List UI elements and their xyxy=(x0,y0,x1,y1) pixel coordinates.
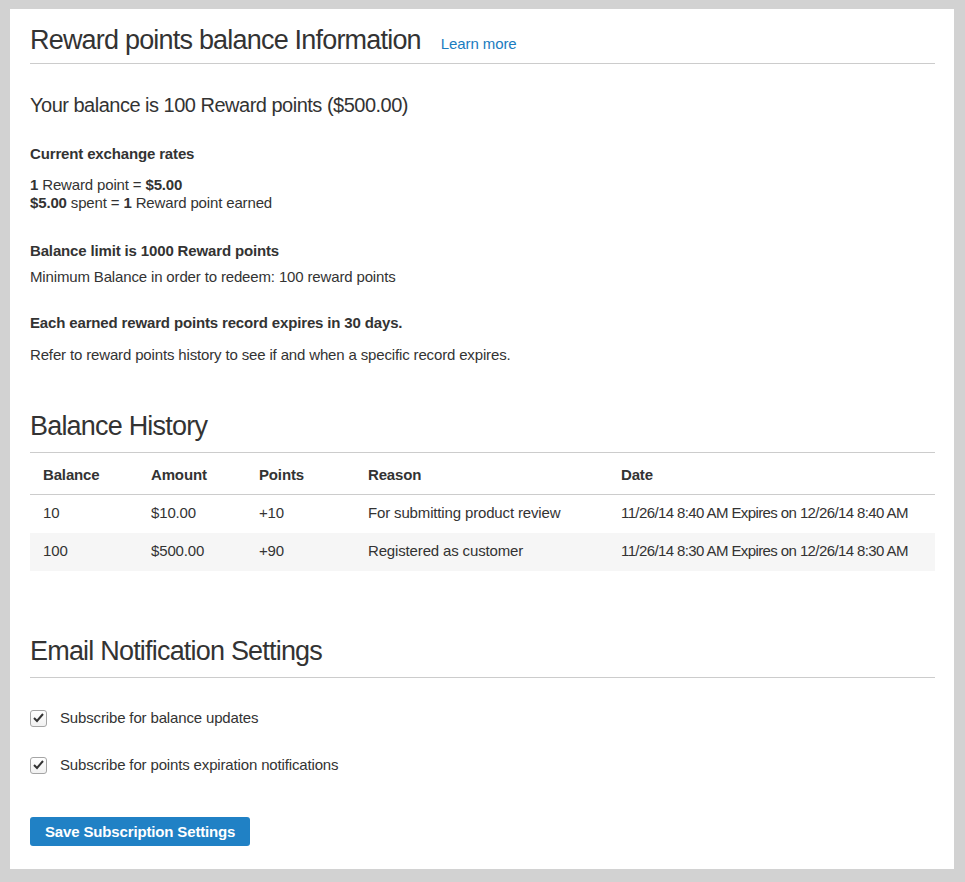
subscribe-expiration-checkbox[interactable] xyxy=(30,757,47,774)
column-header-balance: Balance xyxy=(30,453,138,495)
exchange-line2-tail: Reward point earned xyxy=(132,194,272,211)
exchange-rates-heading: Current exchange rates xyxy=(30,144,935,164)
column-header-reason: Reason xyxy=(355,453,608,495)
table-row: 10 $10.00 +10 For submitting product rev… xyxy=(30,495,935,534)
exchange-line2-amount: $5.00 xyxy=(30,194,67,211)
cell-points: +10 xyxy=(246,495,355,534)
balance-history-heading: Balance History xyxy=(30,411,935,453)
page-title: Reward points balance Information xyxy=(30,25,421,55)
exchange-line2-value: 1 xyxy=(123,194,131,211)
exchange-line2-text: spent = xyxy=(67,194,124,211)
email-settings-heading: Email Notification Settings xyxy=(30,636,935,678)
subscribe-balance-updates-row: Subscribe for balance updates xyxy=(30,708,935,728)
subscribe-expiration-row: Subscribe for points expiration notifica… xyxy=(30,755,935,775)
expiration-hint: Refer to reward points history to see if… xyxy=(30,345,935,365)
minimum-balance-note: Minimum Balance in order to redeem: 100 … xyxy=(30,267,935,287)
cell-date: 11/26/14 8:40 AM Expires on 12/26/14 8:4… xyxy=(608,495,935,534)
cell-reason: Registered as customer xyxy=(355,533,608,571)
exchange-line1-value: 1 xyxy=(30,176,38,193)
table-row: 100 $500.00 +90 Registered as customer 1… xyxy=(30,533,935,571)
expiration-note: Each earned reward points record expires… xyxy=(30,313,935,333)
cell-date: 11/26/14 8:30 AM Expires on 12/26/14 8:3… xyxy=(608,533,935,571)
exchange-line1-text: Reward point = xyxy=(38,176,145,193)
checkmark-icon xyxy=(33,713,44,723)
subscribe-balance-updates-checkbox[interactable] xyxy=(30,710,47,727)
column-header-date: Date xyxy=(608,453,935,495)
cell-amount: $500.00 xyxy=(138,533,246,571)
cell-reason: For submitting product review xyxy=(355,495,608,534)
checkmark-icon xyxy=(33,760,44,770)
balance-limit-note: Balance limit is 1000 Reward points xyxy=(30,241,935,261)
cell-balance: 10 xyxy=(30,495,138,534)
balance-summary: Your balance is 100 Reward points ($500.… xyxy=(30,92,935,119)
learn-more-link[interactable]: Learn more xyxy=(441,35,517,52)
subscribe-balance-updates-label: Subscribe for balance updates xyxy=(60,708,258,728)
subscribe-expiration-label: Subscribe for points expiration notifica… xyxy=(60,755,338,775)
exchange-line1-amount: $5.00 xyxy=(145,176,182,193)
balance-history-table: Balance Amount Points Reason Date 10 $10… xyxy=(30,453,935,571)
save-subscription-settings-button[interactable]: Save Subscription Settings xyxy=(30,817,250,846)
cell-amount: $10.00 xyxy=(138,495,246,534)
column-header-amount: Amount xyxy=(138,453,246,495)
cell-points: +90 xyxy=(246,533,355,571)
page-header: Reward points balance Information Learn … xyxy=(30,9,935,64)
cell-balance: 100 xyxy=(30,533,138,571)
exchange-rates-lines: 1 Reward point = $5.00 $5.00 spent = 1 R… xyxy=(30,176,935,212)
reward-points-card: Reward points balance Information Learn … xyxy=(10,9,954,869)
column-header-points: Points xyxy=(246,453,355,495)
table-header-row: Balance Amount Points Reason Date xyxy=(30,453,935,495)
